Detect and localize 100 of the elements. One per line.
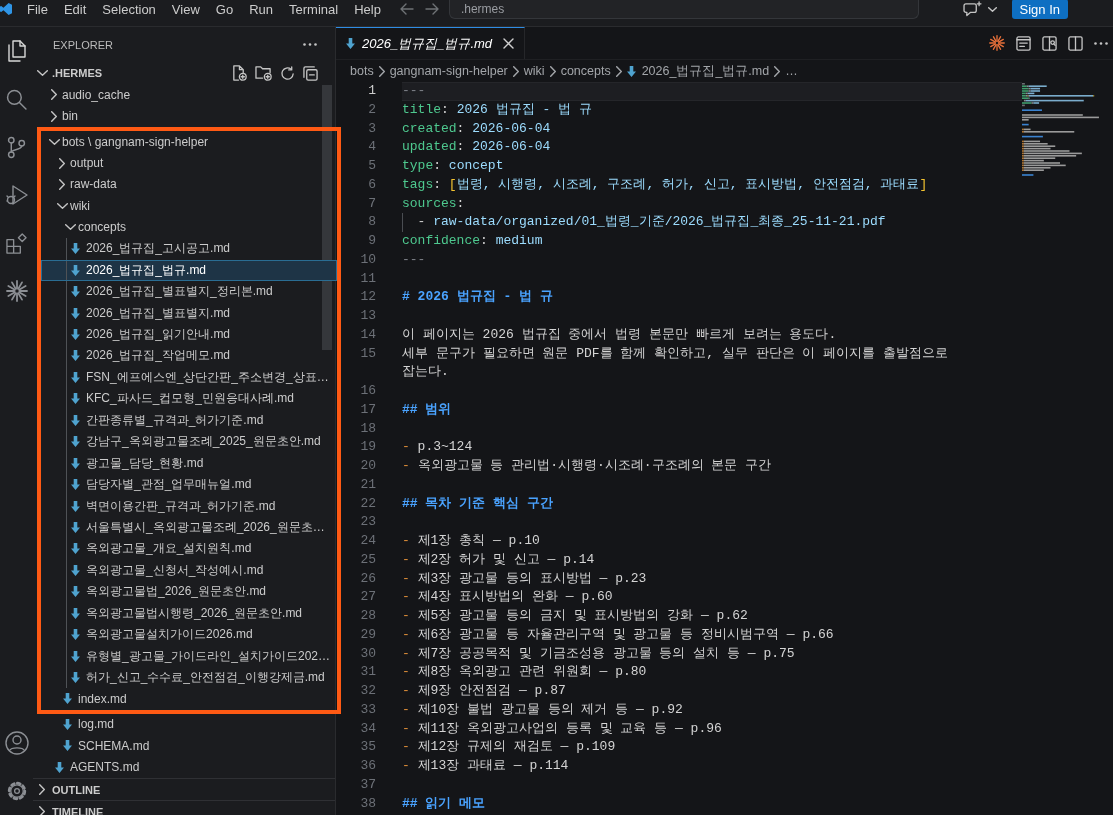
breadcrumb-item[interactable]: … (785, 64, 798, 78)
line-number: 26 (359, 569, 376, 588)
document-item[interactable]: log.md (33, 713, 335, 736)
chevron-icon (549, 65, 556, 77)
files-icon[interactable] (6, 40, 27, 62)
menu-item[interactable]: Terminal (281, 0, 347, 19)
arrow-down-icon (71, 350, 80, 362)
code-line: - 제12장 규제의 재검토 — p.109 (402, 739, 616, 755)
line-number: 18 (359, 419, 376, 438)
breadcrumb-item[interactable]: bots (350, 64, 374, 78)
code-line: sources: (402, 195, 465, 211)
folder-item[interactable]: concepts (41, 216, 337, 239)
menu-item[interactable]: View (163, 0, 208, 19)
line-number: 29 (359, 625, 376, 644)
play-icon[interactable] (5, 184, 28, 206)
section-header[interactable]: TIMELINE (33, 800, 335, 815)
more-icon[interactable] (1094, 41, 1108, 45)
code-line: - 제1장 총칙 — p.10 (402, 533, 540, 548)
folder-item[interactable]: bots \ gangnam-sign-helper (41, 130, 337, 153)
menu-item[interactable]: Help (346, 0, 389, 19)
arrow-left-icon[interactable] (399, 3, 414, 15)
person-icon[interactable] (4, 731, 29, 755)
line-number: 19 (359, 438, 376, 457)
line-number: 2 (367, 100, 376, 119)
line-number: 25 (359, 550, 376, 569)
line-number: 8 (367, 213, 376, 232)
code-line: confidence: medium (402, 233, 543, 248)
sign-in-button[interactable]: Sign In (1011, 0, 1068, 19)
chat-icon[interactable] (962, 1, 982, 17)
breadcrumb-item[interactable]: 2026_법규집_법규.md (626, 62, 770, 80)
line-number: 1 (367, 82, 376, 100)
close-icon[interactable] (503, 38, 515, 49)
menu-item[interactable]: File (19, 0, 56, 19)
preview-icon[interactable] (1016, 35, 1031, 51)
branch-icon[interactable] (7, 135, 26, 159)
breadcrumb-item[interactable]: gangnam-sign-helper (389, 64, 508, 78)
split-editor-icon[interactable] (1068, 35, 1083, 51)
editor-tab[interactable]: 2026_법규집_법규.md (336, 27, 526, 59)
search-icon[interactable] (6, 88, 27, 110)
line-number: 24 (359, 532, 376, 550)
starburst-icon[interactable] (5, 280, 28, 302)
arrow-down-icon (63, 740, 72, 752)
line-number: 13 (359, 307, 376, 325)
arrow-down-icon (71, 329, 80, 341)
more-icon[interactable] (303, 43, 317, 46)
line-number: 15 (359, 344, 376, 363)
folder-item[interactable]: bin (33, 105, 335, 127)
arrow-down-icon (71, 436, 80, 448)
document-item[interactable]: SCHEMA.md (33, 735, 335, 757)
code-line: - 제7장 공공목적 및 기금조성용 광고물 등의 설치 등 — p.75 (402, 645, 795, 661)
code-line: 세부 문구가 필요하면 원문 PDF를 함께 확인하고, 실무 판단은 이 페이지를 출발점으로 (402, 345, 949, 361)
line-number: 32 (359, 682, 376, 700)
menu-item[interactable]: Run (241, 0, 281, 19)
new-folder-icon[interactable] (255, 65, 272, 81)
command-center[interactable]: .hermes (448, 0, 919, 19)
minimap-drawing[interactable] (1022, 83, 1100, 177)
line-number: 33 (359, 700, 376, 719)
code-line: - 옥외광고물 등 관리법·시행령·시조례·구조례의 본문 구간 (402, 458, 772, 473)
code-line: updated: 2026-06-04 (402, 139, 551, 155)
line-number: 35 (359, 738, 376, 757)
folder-item[interactable]: audio_cache (33, 84, 335, 106)
new-file-icon[interactable] (231, 65, 247, 81)
document-item[interactable]: 2026_법규집_법규.md (41, 259, 337, 281)
line-number: 37 (359, 775, 376, 794)
split-preview-icon[interactable] (1042, 35, 1057, 51)
menu-item[interactable]: Go (207, 0, 242, 19)
line-number: 34 (359, 719, 376, 738)
code-line: --- (402, 251, 426, 267)
line-number: 3 (367, 119, 376, 138)
breadcrumb-item[interactable]: wiki (523, 64, 545, 78)
chevron-icon (512, 65, 519, 77)
line-number: 21 (359, 475, 376, 494)
menu-item[interactable]: Selection (94, 0, 164, 19)
line-number: 9 (367, 232, 376, 250)
arrow-down-icon (71, 264, 80, 276)
arrow-right-icon[interactable] (424, 3, 439, 15)
folder-item[interactable]: wiki (41, 195, 337, 217)
settings-icon[interactable] (5, 780, 28, 802)
menu-item[interactable]: Edit (55, 0, 95, 19)
code-line: ## 범위 (402, 401, 452, 417)
document-item[interactable]: AGENTS.md (33, 756, 335, 778)
blocks-icon[interactable] (6, 232, 27, 254)
folder-item[interactable]: output (41, 152, 337, 174)
line-number: 7 (367, 194, 376, 213)
logo-icon[interactable] (0, 1, 12, 17)
starburst-icon[interactable] (989, 35, 1005, 51)
document-item[interactable]: index.md (41, 688, 337, 710)
arrow-down-icon (71, 586, 80, 598)
line-number: 14 (359, 325, 376, 344)
chevron-icon (615, 65, 622, 77)
code-line: - 제6장 광고물 등 자율관리구역 및 광고물 등 정비시범구역 — p.66 (402, 626, 834, 642)
caret-icon[interactable] (987, 6, 997, 12)
code-line: - 제11장 옥외광고사업의 등록 및 교육 등 — p.96 (402, 720, 722, 736)
workspace-header[interactable]: .HERMES (33, 62, 335, 84)
code-line: # 2026 법규집 - 법 규 (402, 289, 553, 305)
chevron-icon (774, 65, 781, 77)
breadcrumb-item[interactable]: concepts (560, 64, 611, 78)
collapse-icon[interactable] (303, 65, 318, 81)
refresh-icon[interactable] (280, 65, 295, 81)
folder-item[interactable]: raw-data (41, 173, 337, 196)
